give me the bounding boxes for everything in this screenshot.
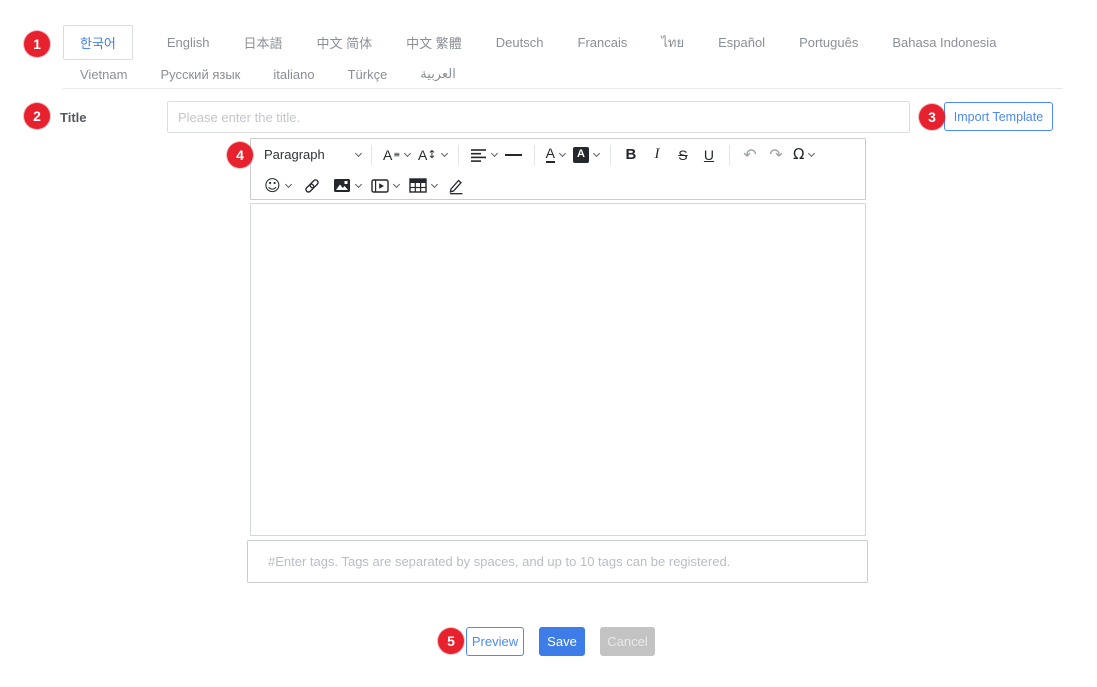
action-buttons: Preview Save Cancel [466,627,655,656]
redo-button[interactable]: ↷ [767,143,785,167]
emoji-button[interactable]: ☺ [264,174,291,198]
video-icon [371,179,389,193]
align-button[interactable] [470,143,497,167]
annotation-badge-5: 5 [438,628,464,654]
undo-button[interactable]: ↶ [741,143,759,167]
toolbar-row-2: ☺ [251,170,865,201]
tab-spanish[interactable]: Español [718,35,765,50]
editor-content-area[interactable] [250,203,866,536]
tab-chinese-simplified[interactable]: 中文 简体 [317,33,373,52]
tab-thai[interactable]: ไทย [661,32,684,53]
paragraph-dropdown-label: Paragraph [264,147,325,162]
annotation-badge-2: 2 [24,103,50,129]
save-button[interactable]: Save [539,627,585,656]
tab-japanese[interactable]: 日本語 [244,33,283,52]
annotation-badge-4: 4 [227,142,253,168]
link-button[interactable] [303,174,321,198]
bold-button[interactable]: B [622,143,640,167]
import-template-button[interactable]: Import Template [944,102,1053,131]
pen-icon [447,177,465,195]
tags-input[interactable] [247,540,868,583]
tab-german[interactable]: Deutsch [496,35,544,50]
italic-button[interactable]: I [648,143,666,167]
tab-korean[interactable]: 한국어 [63,25,133,60]
tab-indonesian[interactable]: Bahasa Indonesia [892,35,996,50]
chevron-down-icon [355,149,362,156]
toolbar-row-1: Paragraph A≡ A↕ [251,139,865,170]
chevron-down-icon [593,149,600,156]
insert-image-button[interactable] [333,174,361,198]
chevron-down-icon [285,180,292,187]
chevron-down-icon [393,180,400,187]
language-tabs-row2: Vietnam Русский язык italiano Türkçe الع… [80,64,456,84]
font-size-button[interactable]: A↕ [418,143,447,167]
tab-italian[interactable]: italiano [273,67,314,82]
language-tabs-row1: 한국어 English 日本語 中文 简体 中文 繁體 Deutsch Fran… [63,27,996,58]
draw-pen-button[interactable] [447,174,465,198]
chevron-down-icon [808,149,815,156]
tab-french[interactable]: Francais [578,35,628,50]
toolbar-separator [458,145,459,165]
chevron-down-icon [404,149,411,156]
paragraph-dropdown[interactable]: Paragraph [260,142,364,168]
toolbar-separator [610,145,611,165]
tab-arabic[interactable]: العربية [420,66,456,82]
cancel-button[interactable]: Cancel [600,627,655,656]
chevron-down-icon [355,180,362,187]
chevron-down-icon [431,180,438,187]
chevron-down-icon [441,149,448,156]
title-input[interactable] [167,101,910,133]
text-color-button[interactable]: A [546,143,565,167]
omega-icon: Ω [793,147,804,162]
tabs-divider [63,88,1063,89]
font-size-icon: A [418,148,427,162]
background-color-button[interactable]: A [573,143,599,167]
editor-page: 1 2 3 4 5 한국어 English 日本語 中文 简体 中文 繁體 De… [0,0,1097,687]
chevron-down-icon [491,149,498,156]
table-icon [409,178,427,193]
preview-button[interactable]: Preview [466,627,524,656]
font-size-arrow-mark: ↕ [427,149,436,160]
horizontal-rule-icon [505,154,522,156]
align-left-icon [470,148,487,162]
title-label: Title [60,110,87,125]
tab-chinese-traditional[interactable]: 中文 繁體 [406,33,462,52]
tab-russian[interactable]: Русский язык [160,67,240,82]
annotation-badge-3: 3 [919,104,945,130]
font-family-icon: A [383,148,392,162]
font-family-button[interactable]: A≡ [383,143,410,167]
emoji-smiley-icon: ☺ [264,178,281,194]
link-icon [303,177,321,195]
tab-english[interactable]: English [167,35,210,50]
toolbar-separator [371,145,372,165]
toolbar-separator [729,145,730,165]
editor-toolbar: Paragraph A≡ A↕ [250,138,866,200]
toolbar-separator [534,145,535,165]
tab-turkish[interactable]: Türkçe [348,67,388,82]
tab-vietnamese[interactable]: Vietnam [80,67,127,82]
background-color-icon: A [573,147,589,163]
annotation-badge-1: 1 [24,31,50,57]
image-icon [333,178,351,193]
horizontal-rule-button[interactable] [505,143,523,167]
font-family-lines-mark: ≡ [393,151,400,159]
underline-button[interactable]: U [700,143,718,167]
chevron-down-icon [559,149,566,156]
text-color-icon: A [546,146,555,163]
tab-portuguese[interactable]: Português [799,35,858,50]
insert-table-button[interactable] [409,174,437,198]
insert-video-button[interactable] [371,174,399,198]
special-character-button[interactable]: Ω [793,143,814,167]
strikethrough-button[interactable]: S [674,143,692,167]
